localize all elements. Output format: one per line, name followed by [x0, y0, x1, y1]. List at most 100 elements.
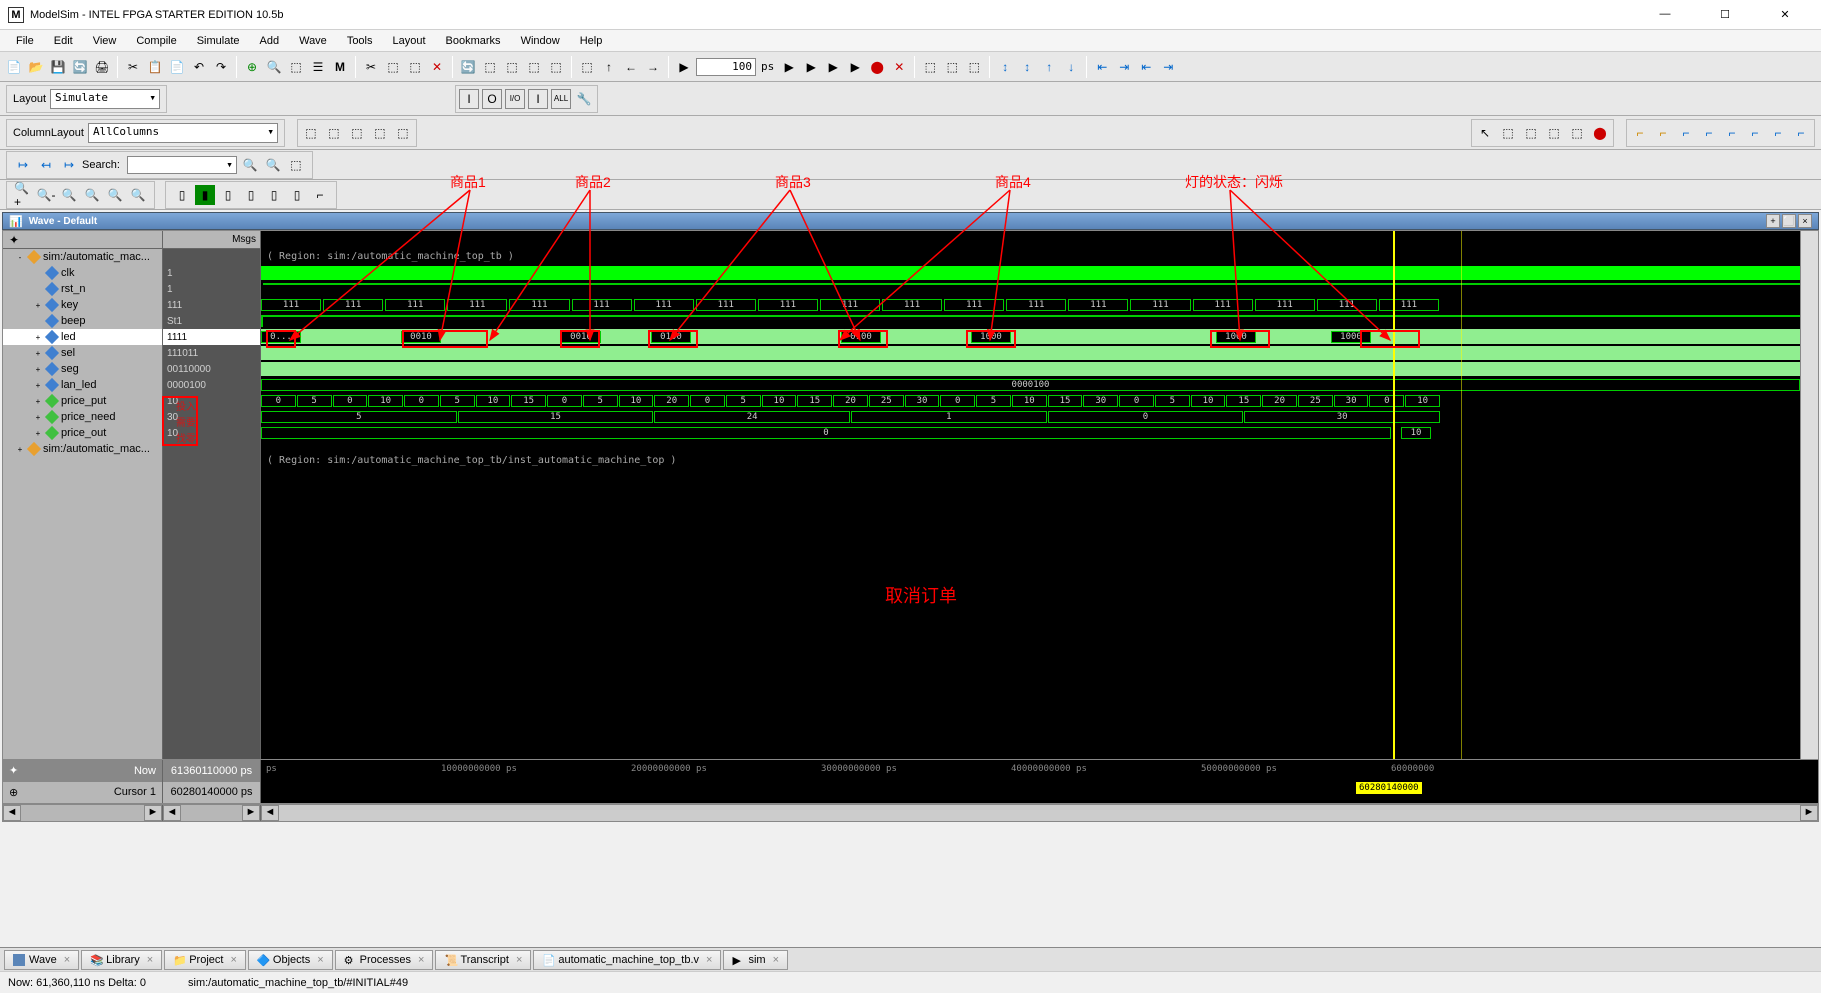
fmt5-icon[interactable]: ALL — [551, 89, 571, 109]
cursor-time-box[interactable]: 60280140000 — [1356, 782, 1422, 794]
edge1-icon[interactable]: ⌐ — [1630, 123, 1650, 143]
menu-view[interactable]: View — [83, 33, 127, 49]
signal-price_put[interactable]: +price_put — [3, 393, 162, 409]
signal-price_need[interactable]: +price_need — [3, 409, 162, 425]
fmt3-icon[interactable]: I/O — [505, 89, 525, 109]
close-button[interactable]: ✕ — [1765, 8, 1805, 21]
save-icon[interactable]: 💾 — [48, 57, 68, 77]
nav3-icon[interactable]: ⇤ — [1136, 57, 1156, 77]
wf2-icon[interactable]: ▮ — [195, 185, 215, 205]
tab-file[interactable]: 📄automatic_machine_top_tb.v× — [533, 950, 721, 970]
run-all-icon[interactable]: ▶ — [801, 57, 821, 77]
search-prev-icon[interactable]: 🔍 — [263, 155, 283, 175]
cur5-icon[interactable]: ⬚ — [1567, 123, 1587, 143]
tab-processes[interactable]: ⚙Processes× — [335, 950, 434, 970]
time-input[interactable] — [696, 58, 756, 76]
wave-canvas[interactable]: ( Region: sim:/automatic_machine_top_tb … — [261, 231, 1800, 759]
zoomfull-icon[interactable]: 🔍 — [59, 185, 79, 205]
tool-icon[interactable]: ⬚ — [286, 57, 306, 77]
wf5-icon[interactable]: ▯ — [264, 185, 284, 205]
menu-simulate[interactable]: Simulate — [187, 33, 250, 49]
copy-icon[interactable]: 📋 — [145, 57, 165, 77]
run-icon[interactable]: ▶ — [674, 57, 694, 77]
cut-icon[interactable]: ✂ — [123, 57, 143, 77]
zoomout-icon[interactable]: 🔍- — [36, 185, 56, 205]
search-opt-icon[interactable]: ⬚ — [286, 155, 306, 175]
hscrollbar[interactable]: ◄► ◄► ◄► — [2, 804, 1819, 822]
signal-sel[interactable]: +sel — [3, 345, 162, 361]
zoom4-icon[interactable]: ↓ — [1061, 57, 1081, 77]
new-icon[interactable]: 📄 — [4, 57, 24, 77]
zoomin-icon[interactable]: 🔍+ — [13, 185, 33, 205]
sr2-icon[interactable]: ↤ — [36, 155, 56, 175]
signal-price_out[interactable]: +price_out — [3, 425, 162, 441]
edge3-icon[interactable]: ⌐ — [1676, 123, 1696, 143]
edge2-icon[interactable]: ⌐ — [1653, 123, 1673, 143]
edge7-icon[interactable]: ⌐ — [1768, 123, 1788, 143]
wave-dock-button[interactable]: ⬜ — [1782, 214, 1796, 228]
column-dropdown[interactable]: AllColumns — [88, 123, 278, 143]
zoom3-icon[interactable]: ↑ — [1039, 57, 1059, 77]
edge5-icon[interactable]: ⌐ — [1722, 123, 1742, 143]
wave-add-button[interactable]: + — [1766, 214, 1780, 228]
signal-led[interactable]: +led — [3, 329, 162, 345]
cur4-icon[interactable]: ⬚ — [1544, 123, 1564, 143]
sr3-icon[interactable]: ↦ — [59, 155, 79, 175]
tab-objects[interactable]: 🔷Objects× — [248, 950, 333, 970]
grp2-icon[interactable]: ⬚ — [324, 123, 344, 143]
signal-beep[interactable]: beep — [3, 313, 162, 329]
fmt6-icon[interactable]: 🔧 — [574, 89, 594, 109]
cursor-tool-icon[interactable]: ⊕ — [9, 786, 18, 799]
edge6-icon[interactable]: ⌐ — [1745, 123, 1765, 143]
cut-tool-icon[interactable]: ✂ — [361, 57, 381, 77]
minimize-button[interactable]: — — [1645, 8, 1685, 21]
tab-wave[interactable]: Wave× — [4, 950, 79, 970]
menu-tools[interactable]: Tools — [337, 33, 383, 49]
wf3-icon[interactable]: ▯ — [218, 185, 238, 205]
maximize-button[interactable]: ☐ — [1705, 8, 1745, 21]
search-input[interactable] — [127, 156, 237, 174]
fmt2-icon[interactable]: O — [482, 89, 502, 109]
nav4-icon[interactable]: ⇥ — [1158, 57, 1178, 77]
wave-close-button[interactable]: × — [1798, 214, 1812, 228]
tool7-icon[interactable]: ⬚ — [480, 57, 500, 77]
tab-project[interactable]: 📁Project× — [164, 950, 246, 970]
cur2-icon[interactable]: ⬚ — [1498, 123, 1518, 143]
up-icon[interactable]: ↑ — [599, 57, 619, 77]
fmt1-icon[interactable]: I — [459, 89, 479, 109]
signal-seg[interactable]: +seg — [3, 361, 162, 377]
wf1-icon[interactable]: ▯ — [172, 185, 192, 205]
edge8-icon[interactable]: ⌐ — [1791, 123, 1811, 143]
sig-tool-icon[interactable]: ✦ — [7, 233, 21, 247]
menu-add[interactable]: Add — [250, 33, 290, 49]
menu-edit[interactable]: Edit — [44, 33, 83, 49]
zoom1-icon[interactable]: ↕ — [995, 57, 1015, 77]
tool4-icon[interactable]: ⬚ — [383, 57, 403, 77]
tool9-icon[interactable]: ⬚ — [524, 57, 544, 77]
break-icon[interactable]: ▶ — [845, 57, 865, 77]
wf7-icon[interactable]: ⌐ — [310, 185, 330, 205]
signal-sim:/automatic_mac...[interactable]: +sim:/automatic_mac... — [3, 441, 162, 457]
grp1-icon[interactable]: ⬚ — [301, 123, 321, 143]
zoomcur-icon[interactable]: 🔍 — [82, 185, 102, 205]
layout-dropdown[interactable]: Simulate — [50, 89, 160, 109]
win1-icon[interactable]: ⬚ — [920, 57, 940, 77]
paste-icon[interactable]: 📄 — [167, 57, 187, 77]
grp3-icon[interactable]: ⬚ — [347, 123, 367, 143]
left-icon[interactable]: ← — [621, 57, 641, 77]
zoomlast-icon[interactable]: 🔍 — [128, 185, 148, 205]
menu-file[interactable]: File — [6, 33, 44, 49]
zoomrng-icon[interactable]: 🔍 — [105, 185, 125, 205]
menu-help[interactable]: Help — [570, 33, 613, 49]
tool8-icon[interactable]: ⬚ — [502, 57, 522, 77]
signal-lan_led[interactable]: +lan_led — [3, 377, 162, 393]
open-icon[interactable]: 📂 — [26, 57, 46, 77]
grp5-icon[interactable]: ⬚ — [393, 123, 413, 143]
zoom2-icon[interactable]: ↕ — [1017, 57, 1037, 77]
refresh-icon[interactable]: 🔄 — [70, 57, 90, 77]
cur6-icon[interactable]: ⬤ — [1590, 123, 1610, 143]
tool3-icon[interactable]: M — [330, 57, 350, 77]
tab-library[interactable]: 📚Library× — [81, 950, 162, 970]
edge4-icon[interactable]: ⌐ — [1699, 123, 1719, 143]
signal-key[interactable]: +key — [3, 297, 162, 313]
